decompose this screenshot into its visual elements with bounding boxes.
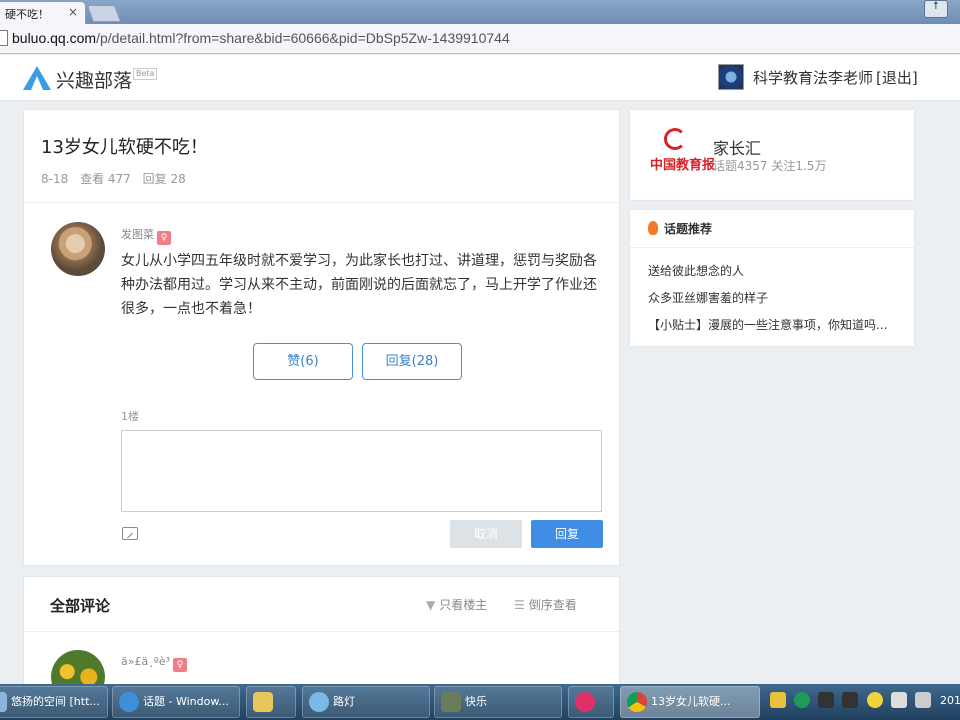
divider bbox=[24, 202, 619, 203]
url-path: /p/detail.html?from=share&bid=60666&pid=… bbox=[96, 30, 510, 46]
url-text[interactable]: buluo.qq.com/p/detail.html?from=share&bi… bbox=[12, 30, 510, 46]
group-logo[interactable]: 中国教育报 bbox=[650, 128, 715, 180]
user-name[interactable]: 科学教育法李老师 bbox=[753, 67, 873, 88]
topic-heading: 话题推荐 bbox=[648, 220, 712, 237]
app-icon bbox=[0, 692, 7, 712]
tray-icon[interactable] bbox=[866, 692, 883, 708]
taskbar-item-label: 话题 - Window... bbox=[143, 695, 229, 708]
new-tab-button[interactable] bbox=[86, 5, 122, 22]
site-header: 兴趣部落 Beta 科学教育法李老师 [退出] bbox=[0, 55, 960, 101]
taskbar-item-label: 悠扬的空间 [htt... bbox=[11, 695, 100, 708]
topic-list: 送给彼此想念的人 众多亚丝娜害羞的样子 【小贴士】漫展的一些注意事项，你知道吗.… bbox=[648, 262, 910, 343]
window-restore-button[interactable]: ↑ bbox=[924, 0, 948, 18]
network-icon[interactable] bbox=[914, 692, 931, 708]
folder-icon bbox=[253, 692, 273, 712]
group-name[interactable]: 家长汇 bbox=[713, 135, 761, 159]
taskbar-item-label: 快乐 bbox=[465, 695, 487, 708]
like-button[interactable]: 赞(6) bbox=[253, 343, 353, 380]
topic-item[interactable]: 送给彼此想念的人 bbox=[648, 262, 910, 289]
floor-label: 1楼 bbox=[121, 410, 139, 423]
comments-title: 全部评论 bbox=[50, 597, 111, 615]
post-body: 女儿从小学四五年级时就不爱学习，为此家长也打过、讲道理，惩罚与奖励各种办法都用过… bbox=[121, 253, 597, 317]
post-card: 13岁女儿软硬不吃！ 8-18 查看 477 回复 28 发图菜 ♀ 女儿从小学四… bbox=[23, 109, 620, 566]
post-meta: 8-18 查看 477 回复 28 bbox=[41, 170, 194, 187]
browser-tab-bar: 硬不吃！ × ↑ bbox=[0, 0, 960, 24]
funnel-icon: ▼ bbox=[426, 598, 436, 612]
avatar[interactable] bbox=[718, 64, 744, 90]
tab-title: 硬不吃！ bbox=[5, 8, 49, 21]
topic-heading-text: 话题推荐 bbox=[664, 222, 713, 236]
taskbar-item[interactable] bbox=[246, 686, 296, 718]
qq-icon[interactable] bbox=[842, 692, 859, 708]
commenter-avatar[interactable] bbox=[51, 650, 105, 685]
fire-icon bbox=[648, 221, 658, 235]
divider bbox=[24, 631, 619, 632]
reply-button[interactable]: 回复(28) bbox=[362, 343, 462, 380]
chrome-icon bbox=[627, 692, 647, 712]
author-avatar[interactable] bbox=[51, 222, 105, 276]
group-card[interactable]: 中国教育报 家长汇 话题4357 关注1.5万 bbox=[629, 109, 915, 201]
reply-textarea[interactable] bbox=[121, 430, 602, 512]
tent-logo-icon[interactable] bbox=[22, 65, 52, 91]
topic-item[interactable]: 众多亚丝娜害羞的样子 bbox=[648, 289, 910, 316]
app-icon bbox=[441, 692, 461, 712]
system-tray bbox=[770, 692, 935, 712]
app-icon bbox=[575, 692, 595, 712]
beta-badge: Beta bbox=[133, 68, 158, 80]
topic-card: 话题推荐 送给彼此想念的人 众多亚丝娜害羞的样子 【小贴士】漫展的一些注意事项，… bbox=[629, 209, 915, 347]
topic-item[interactable]: 【小贴士】漫展的一些注意事项，你知道吗... bbox=[648, 316, 910, 343]
filter-owner-only[interactable]: ▼ 只看楼主 bbox=[426, 596, 487, 613]
taskbar-item[interactable]: 悠扬的空间 [htt... bbox=[0, 686, 108, 718]
divider bbox=[630, 247, 914, 248]
post-title: 13岁女儿软硬不吃！ bbox=[41, 137, 208, 158]
author-name[interactable]: 发图菜 ♀ bbox=[121, 226, 171, 245]
commenter-name[interactable]: ä»£ä¸ºè³ ♀ bbox=[121, 655, 188, 672]
taskbar-item-label: 13岁女儿软硬... bbox=[651, 695, 731, 708]
author-name-text: 发图菜 bbox=[121, 228, 154, 241]
newspaper-emblem-icon bbox=[664, 128, 686, 150]
site-logo-text[interactable]: 兴趣部落 bbox=[56, 66, 132, 93]
browser-tab-active[interactable]: 硬不吃！ × bbox=[0, 1, 86, 24]
taskbar: 悠扬的空间 [htt... 话题 - Window... 路灯 快乐 13岁女儿… bbox=[0, 684, 960, 720]
clock[interactable]: 2015 bbox=[940, 694, 960, 707]
submit-reply-button[interactable]: 回复 bbox=[531, 520, 603, 548]
filter-owner-label: 只看楼主 bbox=[439, 598, 488, 612]
taskbar-item[interactable] bbox=[568, 686, 614, 718]
group-logo-text: 中国教育报 bbox=[650, 158, 716, 173]
sort-reverse-label: 倒序查看 bbox=[528, 598, 577, 612]
cancel-button[interactable]: 取消 bbox=[450, 520, 522, 548]
ie-icon bbox=[119, 692, 139, 712]
qq-icon[interactable] bbox=[818, 692, 835, 708]
app-icon bbox=[309, 692, 329, 712]
sort-icon: ☰ bbox=[514, 598, 525, 612]
gender-badge-icon: ♀ bbox=[173, 658, 188, 672]
post-replies: 回复 28 bbox=[142, 172, 186, 186]
gender-badge-icon: ♀ bbox=[157, 231, 171, 245]
taskbar-item[interactable]: 快乐 bbox=[434, 686, 562, 718]
taskbar-item[interactable]: 话题 - Window... bbox=[112, 686, 240, 718]
post-views: 查看 477 bbox=[80, 172, 131, 186]
group-stats: 话题4357 关注1.5万 bbox=[713, 159, 827, 173]
close-icon[interactable]: × bbox=[68, 5, 78, 19]
tray-icon[interactable] bbox=[794, 692, 811, 708]
taskbar-item[interactable]: 路灯 bbox=[302, 686, 430, 718]
logout-link[interactable]: [退出] bbox=[876, 67, 918, 88]
taskbar-item-active[interactable]: 13岁女儿软硬... bbox=[620, 686, 760, 718]
address-bar[interactable]: buluo.qq.com/p/detail.html?from=share&bi… bbox=[0, 24, 960, 54]
image-upload-icon[interactable] bbox=[122, 527, 138, 540]
commenter-name-text: ä»£ä¸ºè³ bbox=[121, 655, 171, 668]
volume-icon[interactable] bbox=[890, 692, 907, 708]
post-date: 8-18 bbox=[41, 172, 69, 186]
page-icon bbox=[0, 30, 8, 46]
comments-card: 全部评论 ▼ 只看楼主 ☰ 倒序查看 ä»£ä¸ºè³ ♀ bbox=[23, 576, 620, 686]
url-host: buluo.qq.com bbox=[12, 30, 97, 46]
tray-icon[interactable] bbox=[770, 692, 786, 708]
taskbar-item-label: 路灯 bbox=[333, 695, 355, 708]
sort-reverse[interactable]: ☰ 倒序查看 bbox=[514, 596, 577, 613]
